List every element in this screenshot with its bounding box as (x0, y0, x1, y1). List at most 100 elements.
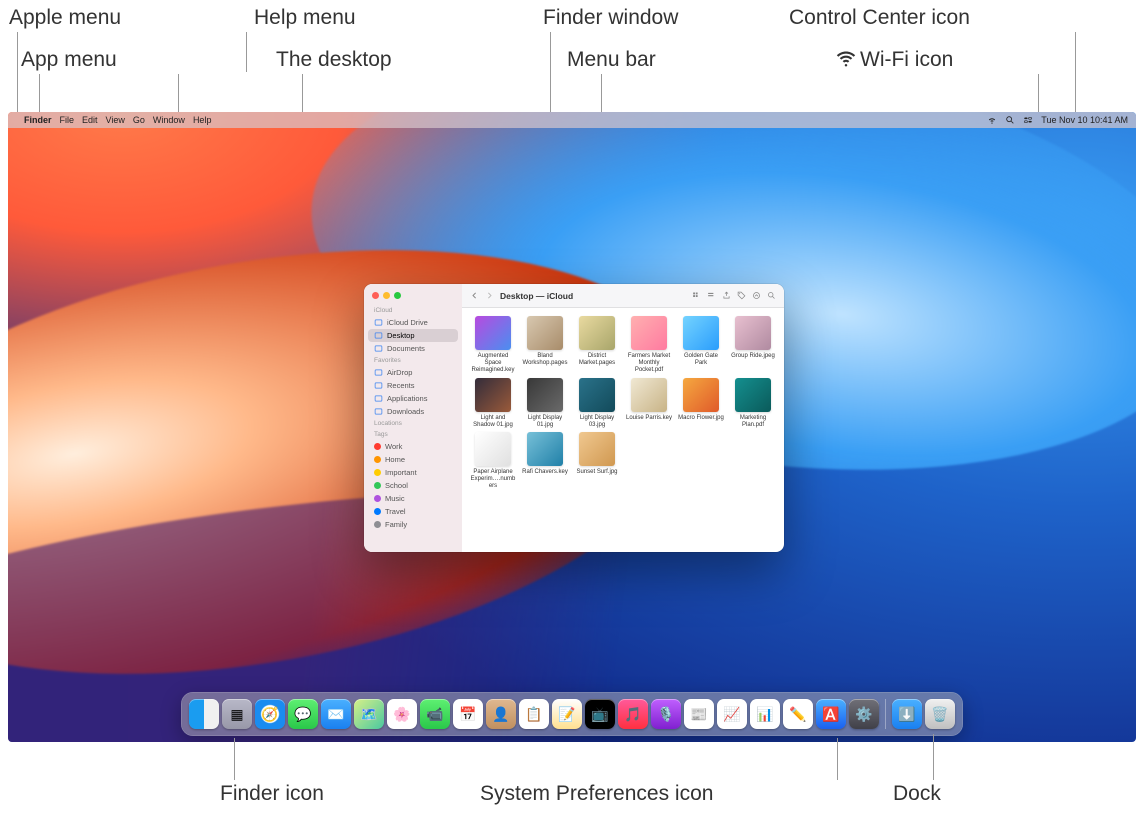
control-center-icon[interactable] (1023, 115, 1033, 125)
dock-reminders-icon[interactable]: 📋 (519, 699, 549, 729)
dock-appstore-icon[interactable]: 🅰️ (816, 699, 846, 729)
share-icon[interactable] (722, 291, 731, 300)
dock-tv-icon[interactable]: 📺 (585, 699, 615, 729)
dock-calendar-icon[interactable]: 📅 (453, 699, 483, 729)
file-item[interactable]: Golden Gate Park (676, 316, 726, 374)
file-item[interactable]: Light Display 03.jpg (572, 378, 622, 429)
callout-apple-menu: Apple menu (9, 6, 121, 30)
dock-numbers-icon[interactable]: 📊 (750, 699, 780, 729)
file-item[interactable]: Paper Airplane Experim….numbers (468, 432, 518, 490)
sidebar-item[interactable]: Applications (368, 392, 458, 405)
apps-icon (374, 394, 383, 403)
menu-edit[interactable]: Edit (82, 115, 98, 125)
callout-help-menu: Help menu (254, 6, 356, 30)
file-item[interactable]: Louise Parris.key (624, 378, 674, 429)
action-icon[interactable] (752, 291, 761, 300)
sidebar-item-label: Music (385, 494, 405, 503)
file-item[interactable]: Light Display 01.jpg (520, 378, 570, 429)
file-item[interactable]: Bland Workshop.pages (520, 316, 570, 374)
leader-line (178, 74, 253, 114)
file-item[interactable]: Light and Shadow 01.jpg (468, 378, 518, 429)
sidebar-item[interactable]: Work (368, 440, 458, 453)
dock-maps-icon[interactable]: 🗺️ (354, 699, 384, 729)
forward-icon[interactable] (485, 291, 494, 300)
file-item[interactable]: Group Ride.jpeg (728, 316, 778, 374)
close-button[interactable] (372, 292, 379, 299)
dock-stocks-icon[interactable]: 📈 (717, 699, 747, 729)
file-item[interactable]: Farmers Market Monthly Pocket.pdf (624, 316, 674, 374)
sidebar-item-label: Work (385, 442, 402, 451)
dock-sysprefs-icon[interactable]: ⚙️ (849, 699, 879, 729)
finder-title: Desktop — iCloud (500, 291, 573, 301)
dock-pages-icon[interactable]: ✏️ (783, 699, 813, 729)
dock-launchpad-icon[interactable]: ▦ (222, 699, 252, 729)
app-menu[interactable]: Finder (24, 115, 52, 125)
dock-contacts-icon[interactable]: 👤 (486, 699, 516, 729)
sidebar-item-label: Family (385, 520, 407, 529)
sidebar-item-label: Home (385, 455, 405, 464)
dock-downloads-stack-icon[interactable]: ⬇️ (892, 699, 922, 729)
sidebar-item[interactable]: Home (368, 453, 458, 466)
sidebar-section-header: Locations (368, 418, 458, 429)
callout-control-center: Control Center icon (789, 6, 970, 30)
sidebar-item[interactable]: Downloads (368, 405, 458, 418)
leader-line (246, 32, 247, 72)
search-icon[interactable] (767, 291, 776, 300)
menu-bar: Finder File Edit View Go Window Help Tue… (8, 112, 1136, 128)
dock-photos-icon[interactable]: 🌸 (387, 699, 417, 729)
sidebar-item[interactable]: Documents (368, 342, 458, 355)
tag-icon[interactable] (737, 291, 746, 300)
file-item[interactable]: Sunset Surf.jpg (572, 432, 622, 490)
sidebar-item[interactable]: Travel (368, 505, 458, 518)
file-item[interactable]: Macro Flower.jpg (676, 378, 726, 429)
zoom-button[interactable] (394, 292, 401, 299)
leader-line (1038, 74, 1039, 116)
sidebar-item[interactable]: AirDrop (368, 366, 458, 379)
desktop-icon (374, 331, 383, 340)
file-item[interactable]: Marketing Plan.pdf (728, 378, 778, 429)
sidebar-item[interactable]: School (368, 479, 458, 492)
tag-dot-icon (374, 521, 381, 528)
menu-file[interactable]: File (60, 115, 75, 125)
file-name: Louise Parris.key (625, 415, 673, 422)
sidebar-item[interactable]: Desktop (368, 329, 458, 342)
menu-window[interactable]: Window (153, 115, 185, 125)
callout-finder-window: Finder window (543, 6, 678, 30)
back-icon[interactable] (470, 291, 479, 300)
sidebar-item[interactable]: Family (368, 518, 458, 531)
callout-sysprefs-icon: System Preferences icon (480, 782, 713, 806)
sidebar-item[interactable]: Recents (368, 379, 458, 392)
dock-podcasts-icon[interactable]: 🎙️ (651, 699, 681, 729)
file-name: Paper Airplane Experim….numbers (469, 469, 517, 490)
sidebar-item[interactable]: Music (368, 492, 458, 505)
callout-the-desktop: The desktop (276, 48, 392, 72)
sidebar-item[interactable]: iCloud Drive (368, 316, 458, 329)
view-icon[interactable] (692, 291, 701, 300)
file-thumbnail (475, 378, 511, 412)
spotlight-icon[interactable] (1005, 115, 1015, 125)
tag-dot-icon (374, 456, 381, 463)
menu-view[interactable]: View (106, 115, 125, 125)
dock-safari-icon[interactable]: 🧭 (255, 699, 285, 729)
menubar-clock[interactable]: Tue Nov 10 10:41 AM (1041, 115, 1128, 125)
group-icon[interactable] (707, 291, 716, 300)
minimize-button[interactable] (383, 292, 390, 299)
sidebar-item[interactable]: Important (368, 466, 458, 479)
wifi-status-icon[interactable] (987, 115, 997, 125)
dock-mail-icon[interactable]: ✉️ (321, 699, 351, 729)
dock-facetime-icon[interactable]: 📹 (420, 699, 450, 729)
dock-trash-icon[interactable]: 🗑️ (925, 699, 955, 729)
file-item[interactable]: Augmented Space Reimagined.key (468, 316, 518, 374)
dock-music-icon[interactable]: 🎵 (618, 699, 648, 729)
dock-finder-icon[interactable] (189, 699, 219, 729)
file-name: Group Ride.jpeg (729, 353, 777, 360)
dock-notes-icon[interactable]: 📝 (552, 699, 582, 729)
menu-go[interactable]: Go (133, 115, 145, 125)
dock-news-icon[interactable]: 📰 (684, 699, 714, 729)
dock-messages-icon[interactable]: 💬 (288, 699, 318, 729)
leader-line (17, 32, 18, 114)
file-item[interactable]: District Market.pages (572, 316, 622, 374)
menu-help[interactable]: Help (193, 115, 212, 125)
file-item[interactable]: Rafi Chavers.key (520, 432, 570, 490)
sidebar-section-header: Tags (368, 429, 458, 440)
